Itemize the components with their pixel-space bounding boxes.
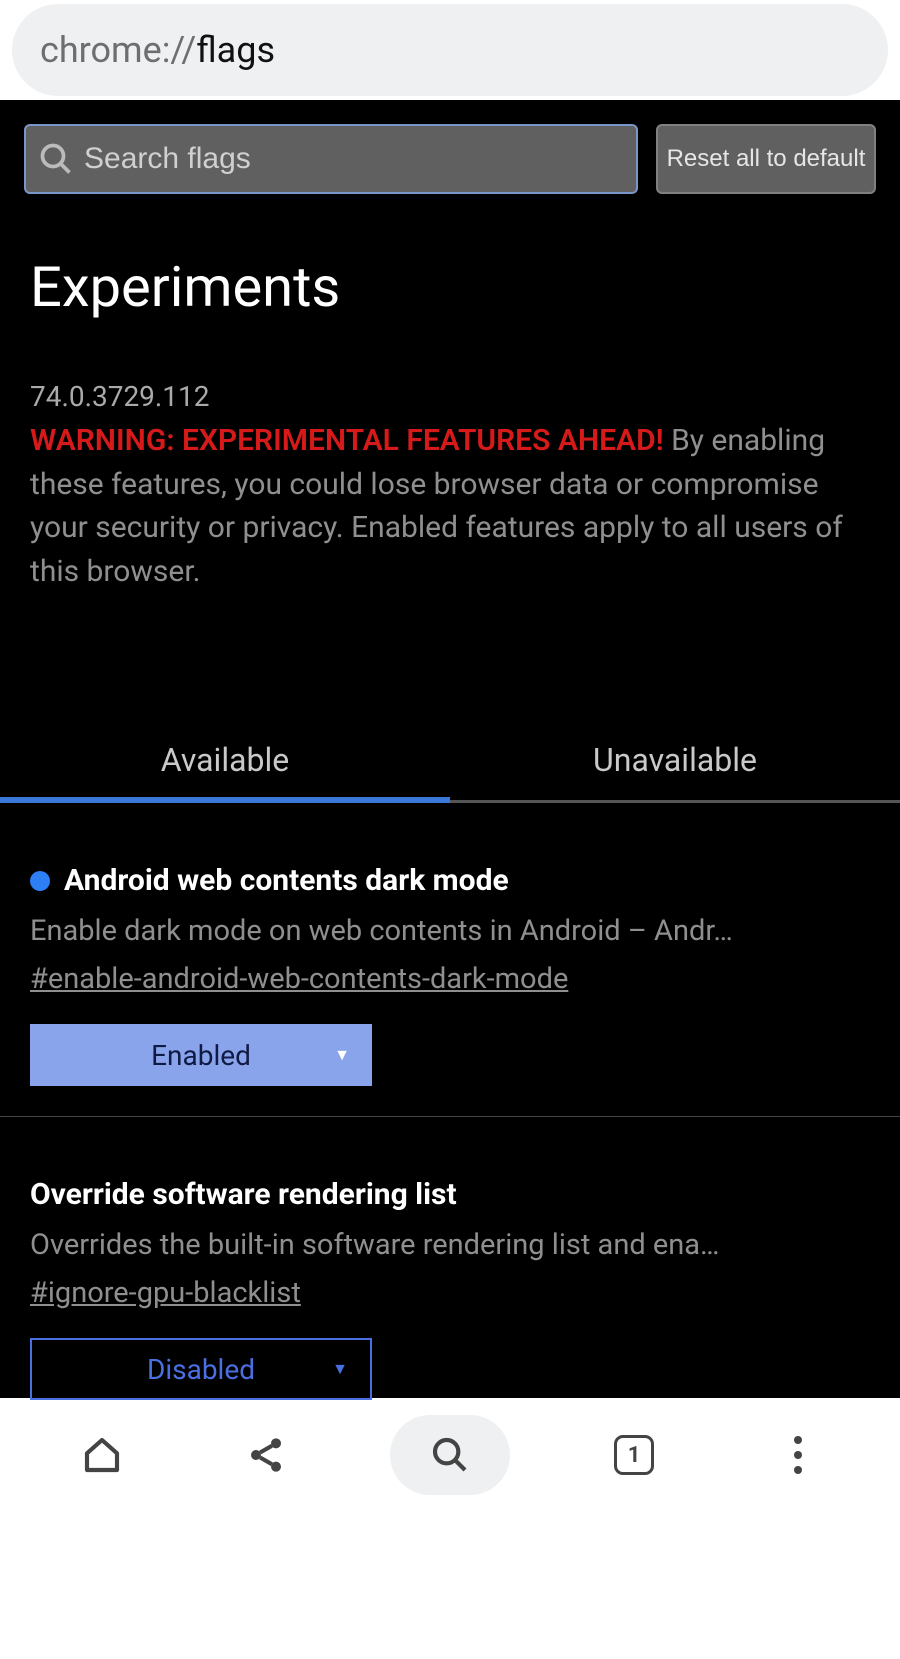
- home-button[interactable]: [62, 1415, 142, 1495]
- address-bar[interactable]: chrome://flags: [12, 4, 888, 96]
- flag-hash-link[interactable]: #enable-android-web-contents-dark-mode: [30, 962, 870, 996]
- tabs: Available Unavailable: [0, 723, 900, 803]
- flag-select[interactable]: Disabled ▼: [30, 1338, 372, 1400]
- flag-item: Android web contents dark mode Enable da…: [0, 803, 900, 1117]
- bottom-toolbar: 1: [0, 1398, 900, 1512]
- flag-title: Android web contents dark mode: [64, 863, 509, 898]
- flag-hash-link[interactable]: #ignore-gpu-blacklist: [30, 1276, 870, 1310]
- search-icon: [430, 1435, 470, 1475]
- flag-select-value: Enabled: [151, 1039, 251, 1072]
- flag-description: Overrides the built-in software renderin…: [30, 1228, 870, 1262]
- chevron-down-icon: ▼: [332, 1359, 348, 1379]
- version-text: 74.0.3729.112: [0, 320, 900, 413]
- more-vert-icon: [794, 1436, 802, 1474]
- menu-button[interactable]: [758, 1415, 838, 1495]
- flags-page: Reset all to default Experiments 74.0.37…: [0, 100, 900, 1398]
- reset-all-button[interactable]: Reset all to default: [656, 124, 876, 194]
- tab-available[interactable]: Available: [0, 723, 450, 803]
- url-path: flags: [196, 29, 275, 71]
- tab-count-badge: 1: [614, 1435, 654, 1475]
- share-icon: [246, 1435, 286, 1475]
- chevron-down-icon: ▼: [334, 1045, 350, 1065]
- tab-unavailable[interactable]: Unavailable: [450, 723, 900, 803]
- share-button[interactable]: [226, 1415, 306, 1495]
- modified-dot-icon: [30, 871, 50, 891]
- warning-text: WARNING: EXPERIMENTAL FEATURES AHEAD! By…: [0, 413, 900, 593]
- search-icon: [38, 141, 74, 177]
- flag-title: Override software rendering list: [30, 1177, 457, 1212]
- flag-item: Override software rendering list Overrid…: [0, 1117, 900, 1430]
- warning-label: WARNING: EXPERIMENTAL FEATURES AHEAD!: [30, 423, 664, 458]
- flag-description: Enable dark mode on web contents in Andr…: [30, 914, 870, 948]
- page-title: Experiments: [0, 194, 900, 320]
- flag-select-value: Disabled: [147, 1353, 255, 1386]
- tabs-button[interactable]: 1: [594, 1415, 674, 1495]
- flag-select[interactable]: Enabled ▼: [30, 1024, 372, 1086]
- search-button[interactable]: [390, 1415, 510, 1495]
- search-flags-field[interactable]: [24, 124, 638, 194]
- home-icon: [82, 1435, 122, 1475]
- search-input[interactable]: [84, 142, 624, 176]
- url-prefix: chrome://: [40, 29, 196, 71]
